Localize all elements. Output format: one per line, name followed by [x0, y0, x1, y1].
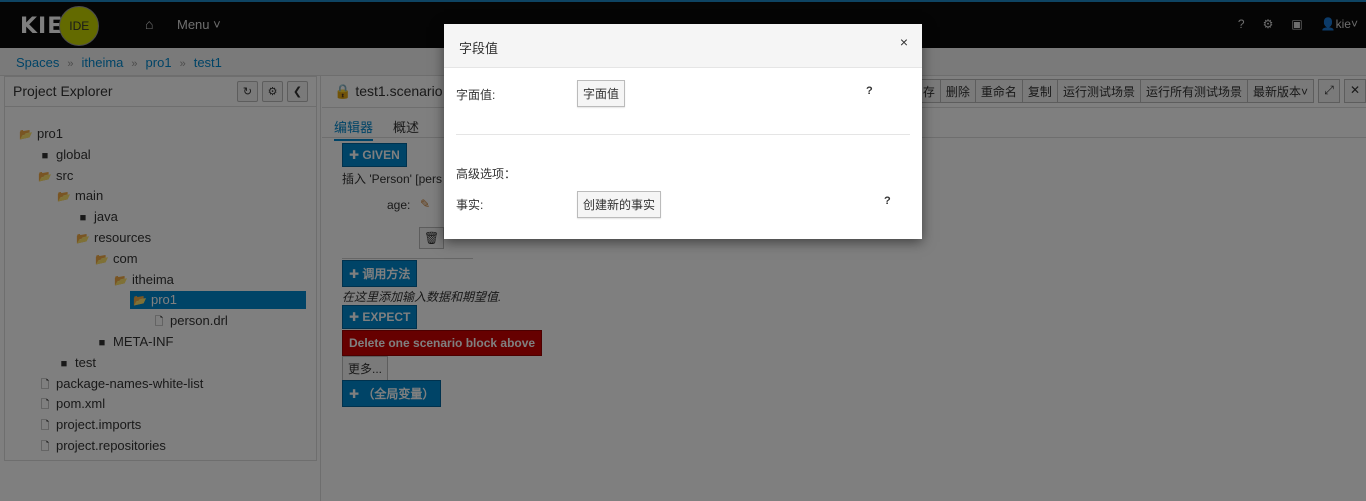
- field-value-dialog: 字段值 × 字面值: 字面值 ? 高级选项： 事实: 创建新的事实 ?: [444, 24, 922, 239]
- modal-header: 字段值 ×: [444, 24, 922, 68]
- close-icon[interactable]: ×: [900, 34, 908, 50]
- literal-value-button[interactable]: 字面值: [577, 80, 626, 107]
- fact-label: 事实:: [456, 198, 484, 212]
- modal-title: 字段值: [459, 41, 499, 56]
- divider: [456, 134, 910, 135]
- create-new-fact-button[interactable]: 创建新的事实: [577, 191, 662, 218]
- help-icon[interactable]: ?: [866, 85, 873, 97]
- help-icon[interactable]: ?: [884, 195, 891, 207]
- literal-label: 字面值:: [456, 88, 496, 102]
- advanced-options-label: 高级选项：: [456, 167, 517, 181]
